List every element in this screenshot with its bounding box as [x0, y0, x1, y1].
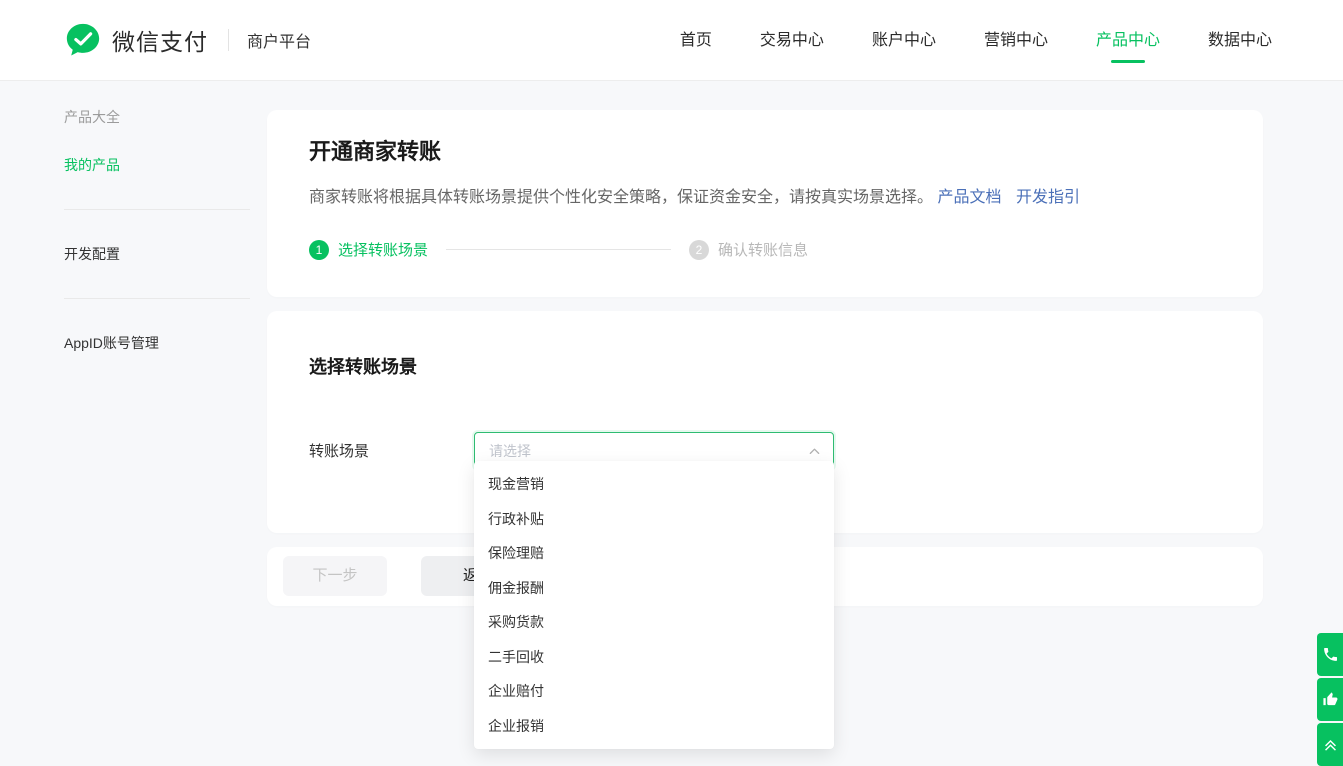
nav-item-home[interactable]: 首页: [680, 0, 712, 81]
step-2-label: 确认转账信息: [718, 239, 808, 260]
dropdown-option-secondhand-recycle[interactable]: 二手回收: [474, 640, 834, 675]
section-title: 选择转账场景: [309, 353, 1221, 379]
step-connector-line: [446, 249, 671, 250]
feedback-button[interactable]: [1317, 678, 1343, 721]
next-step-button[interactable]: 下一步: [283, 556, 387, 596]
back-to-top-icon: [1322, 736, 1339, 753]
nav-item-data-center[interactable]: 数据中心: [1208, 0, 1272, 81]
intro-card: 开通商家转账 商家转账将根据具体转账场景提供个性化安全策略，保证资金安全，请按真…: [267, 110, 1263, 297]
customer-service-button[interactable]: [1317, 633, 1343, 676]
dropdown-option-admin-subsidy[interactable]: 行政补贴: [474, 502, 834, 537]
step-indicator: 1 选择转账场景 2 确认转账信息: [309, 239, 1221, 260]
sidebar-item-my-products[interactable]: 我的产品: [64, 155, 250, 175]
step-2: 2 确认转账信息: [689, 239, 808, 260]
chevron-up-icon: [808, 445, 821, 458]
dropdown-option-enterprise-reimbursement[interactable]: 企业报销: [474, 709, 834, 744]
feedback-icon: [1322, 691, 1339, 708]
nav-item-transaction-center[interactable]: 交易中心: [760, 0, 824, 81]
more-tools-button[interactable]: [1317, 723, 1343, 766]
top-header: 微信支付 商户平台 首页 交易中心 账户中心 营销中心 产品中心 数据中心: [0, 0, 1343, 81]
step-1: 1 选择转账场景: [309, 239, 428, 260]
brand[interactable]: 微信支付 商户平台: [64, 21, 311, 59]
page-title: 开通商家转账: [309, 134, 1221, 166]
dropdown-option-cash-marketing[interactable]: 现金营销: [474, 467, 834, 502]
sidebar-item-product-catalog[interactable]: 产品大全: [64, 107, 250, 127]
product-doc-link[interactable]: 产品文档: [937, 189, 1001, 206]
page-description-text: 商家转账将根据具体转账场景提供个性化安全策略，保证资金安全，请按真实场景选择。: [309, 189, 933, 206]
transfer-scene-dropdown: 现金营销 行政补贴 保险理赔 佣金报酬 采购货款 二手回收 企业赔付 企业报销: [474, 461, 834, 749]
select-placeholder: 请选择: [489, 441, 531, 461]
step-2-number: 2: [689, 240, 709, 260]
brand-divider: [228, 29, 229, 51]
dropdown-option-enterprise-compensation[interactable]: 企业赔付: [474, 674, 834, 709]
sidebar-divider: [64, 298, 250, 299]
dropdown-option-procurement[interactable]: 采购货款: [474, 605, 834, 640]
nav-item-account-center[interactable]: 账户中心: [872, 0, 936, 81]
page-description: 商家转账将根据具体转账场景提供个性化安全策略，保证资金安全，请按真实场景选择。 …: [309, 183, 1221, 207]
step-1-label: 选择转账场景: [338, 239, 428, 260]
sidebar-item-dev-config[interactable]: 开发配置: [64, 244, 250, 264]
nav-item-marketing-center[interactable]: 营销中心: [984, 0, 1048, 81]
customer-service-icon: [1322, 646, 1339, 663]
primary-nav: 首页 交易中心 账户中心 营销中心 产品中心 数据中心: [680, 0, 1272, 81]
nav-item-product-center[interactable]: 产品中心: [1096, 0, 1160, 81]
floating-toolbar: [1317, 633, 1343, 766]
dropdown-option-commission[interactable]: 佣金报酬: [474, 571, 834, 606]
transfer-scene-label: 转账场景: [309, 440, 474, 461]
sidebar-item-appid-management[interactable]: AppID账号管理: [64, 333, 250, 353]
sidebar: 产品大全 我的产品 开发配置 AppID账号管理: [64, 107, 250, 353]
sidebar-divider: [64, 209, 250, 210]
wechat-pay-logo-icon: [64, 21, 102, 59]
portal-name: 商户平台: [247, 28, 311, 52]
step-1-number: 1: [309, 240, 329, 260]
brand-name: 微信支付: [112, 23, 208, 57]
dev-guide-link[interactable]: 开发指引: [1016, 189, 1080, 206]
dropdown-option-insurance-claim[interactable]: 保险理赔: [474, 536, 834, 571]
